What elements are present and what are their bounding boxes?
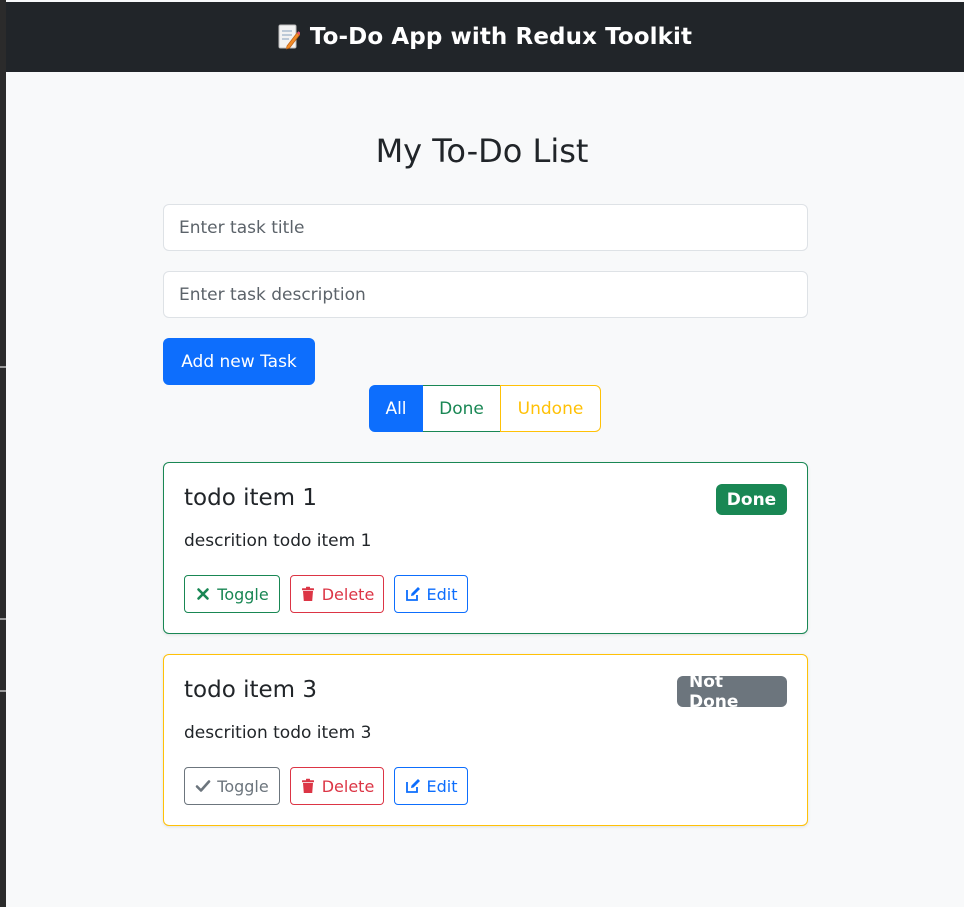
toggle-label: Toggle: [217, 584, 269, 604]
edit-label: Edit: [426, 776, 458, 796]
todo-title: todo item 1: [184, 485, 317, 511]
check-icon: [195, 778, 211, 794]
delete-button[interactable]: Delete: [290, 575, 384, 613]
status-badge: Done: [716, 484, 787, 515]
filter-done-button[interactable]: Done: [423, 385, 501, 432]
filter-undone-button[interactable]: Undone: [500, 385, 601, 432]
delete-label: Delete: [321, 776, 375, 796]
add-task-button[interactable]: Add new Task: [163, 338, 315, 385]
edit-icon: [405, 778, 421, 794]
todo-title: todo item 3: [184, 677, 317, 703]
delete-label: Delete: [321, 584, 375, 604]
app-frame: To-Do App with Redux Toolkit My To-Do Li…: [0, 0, 964, 907]
filter-button-group: All Done Undone: [369, 385, 601, 432]
delete-button[interactable]: Delete: [290, 767, 384, 805]
toggle-button[interactable]: Toggle: [184, 575, 280, 613]
page-title: My To-Do List: [375, 132, 589, 170]
app-title: To-Do App with Redux Toolkit: [309, 24, 693, 50]
todo-description: descrition todo item 1: [184, 531, 372, 551]
edit-button[interactable]: Edit: [394, 575, 468, 613]
todo-actions: Toggle Delete Edit: [184, 575, 468, 613]
task-description-input[interactable]: [163, 271, 808, 318]
todo-description: descrition todo item 3: [184, 723, 372, 743]
todo-card: todo item 1 Done descrition todo item 1 …: [163, 462, 808, 634]
edit-button[interactable]: Edit: [394, 767, 468, 805]
edit-icon: [405, 586, 421, 602]
task-title-input[interactable]: [163, 204, 808, 251]
memo-icon: [278, 24, 301, 50]
close-icon: [195, 586, 211, 602]
navbar: To-Do App with Redux Toolkit: [6, 2, 964, 72]
edit-label: Edit: [426, 584, 458, 604]
toggle-button[interactable]: Toggle: [184, 767, 280, 805]
status-badge: Not Done: [677, 672, 787, 712]
trash-icon: [300, 778, 316, 794]
todo-card: todo item 3 Not Done descrition todo ite…: [163, 654, 808, 826]
todo-actions: Toggle Delete Edit: [184, 767, 468, 805]
trash-icon: [300, 586, 316, 602]
filter-all-button[interactable]: All: [369, 385, 423, 432]
toggle-label: Toggle: [217, 776, 269, 796]
